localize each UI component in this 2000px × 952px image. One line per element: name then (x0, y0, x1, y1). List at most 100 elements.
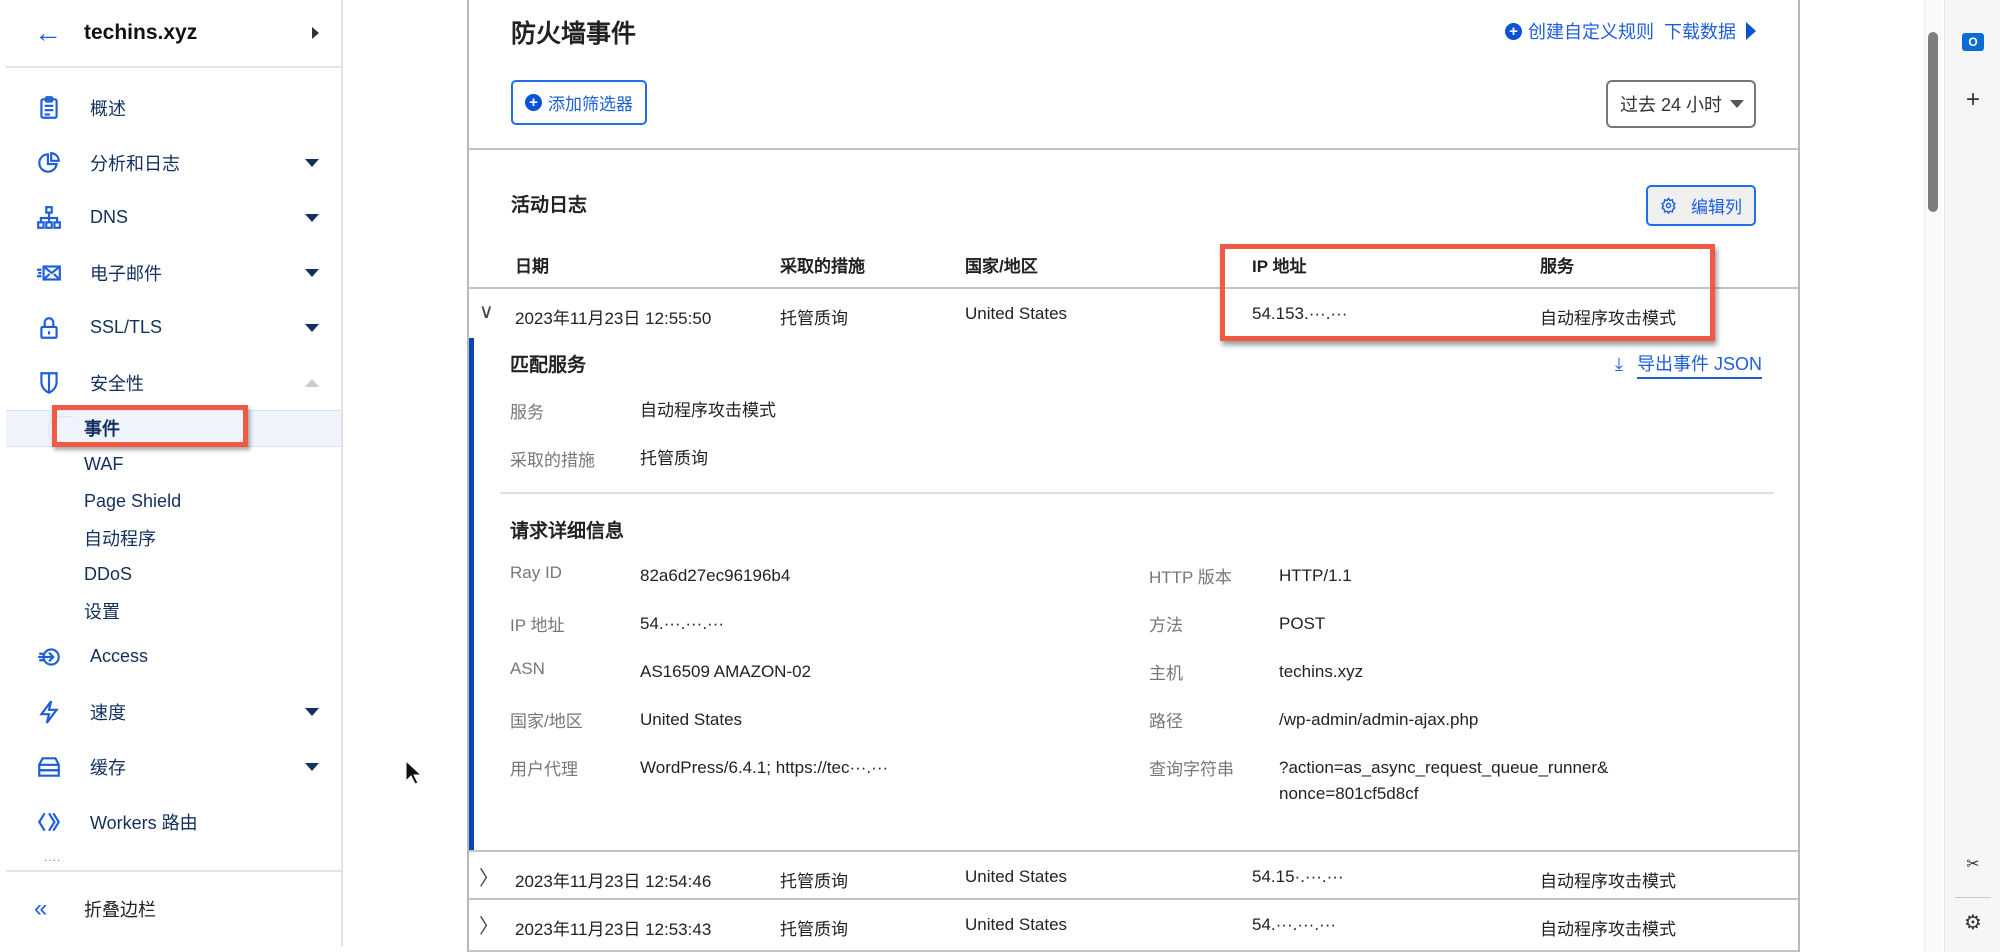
ray-id-row: Ray ID 82a6d27ec96196b4 (510, 563, 790, 589)
chevron-down-icon[interactable] (305, 323, 319, 332)
cell-ip: 54.···.···.··· (1252, 915, 1337, 934)
arrow-left-icon[interactable]: ← (34, 17, 84, 49)
screenshot-icon[interactable]: ✂ (1959, 850, 1987, 878)
plus-icon[interactable]: + (1959, 86, 1987, 114)
sidebar-item-analytics[interactable]: 分析和日志 (6, 135, 341, 190)
field-value[interactable]: AS16509 AMAZON-02 (640, 659, 811, 685)
field-label: 方法 (1149, 616, 1183, 635)
activity-log-title: 活动日志 (511, 195, 588, 216)
collapse-sidebar-button[interactable]: « 折叠边栏 (6, 870, 341, 946)
cell-service: 自动程序攻击模式 (1540, 920, 1676, 939)
sidebar-item-email[interactable]: 电子邮件 (6, 245, 341, 300)
time-range-select[interactable]: 过去 24 小时 (1606, 80, 1756, 128)
field-value[interactable]: /wp-admin/admin-ajax.php (1279, 707, 1478, 733)
sidebar-header: ← techins.xyz (6, 0, 341, 68)
caret-right-icon[interactable] (312, 27, 319, 39)
host-row: 主机 techins.xyz (1149, 659, 1363, 685)
double-chevron-left-icon: « (34, 895, 48, 922)
chevron-up-icon[interactable] (305, 378, 319, 387)
sidebar-subitem-bots[interactable]: 自动程序 (6, 520, 341, 557)
column-header-service[interactable]: 服务 (1540, 252, 1574, 277)
export-event-json-link[interactable]: ⤓ 导出事件 JSON (1615, 350, 1762, 379)
sidebar-item-security[interactable]: 安全性 (6, 355, 341, 410)
browser-side-rail: O + ✂ ⚙ (1944, 0, 2000, 952)
gear-icon[interactable]: ⚙ (1959, 908, 1987, 936)
header-links: + 创建自定义规则 下载数据 (1505, 18, 1756, 44)
cell-service: 自动程序攻击模式 (1540, 872, 1676, 891)
column-header-date[interactable]: 日期 (515, 252, 549, 277)
field-value[interactable]: 54.···.···.··· (640, 611, 724, 637)
field-label: Ray ID (510, 563, 562, 582)
sidebar-item-ssl-tls[interactable]: SSL/TLS (6, 300, 341, 355)
chevron-right-icon[interactable]: 〉 (479, 910, 501, 939)
column-header-action[interactable]: 采取的措施 (780, 252, 865, 277)
sidebar-item-access[interactable]: Access (6, 629, 341, 684)
event-detail-panel: 匹配服务 ⤓ 导出事件 JSON 服务 自动程序攻击模式 采取的措施 托管质询 … (469, 338, 1798, 850)
table-row[interactable]: 〉 2023年11月23日 12:53:43 托管质询 United State… (469, 900, 1798, 952)
create-custom-rule-link[interactable]: + 创建自定义规则 (1505, 18, 1654, 44)
download-data-link[interactable]: 下载数据 (1664, 18, 1756, 44)
security-submenu: 事件 WAF Page Shield 自动程序 DDoS 设置 (6, 410, 341, 629)
sidebar-item-cache[interactable]: 缓存 (6, 739, 341, 794)
download-data-label: 下载数据 (1664, 22, 1736, 42)
sidebar-subitem-waf[interactable]: WAF (6, 447, 341, 484)
field-value[interactable]: ?action=as_async_request_queue_runner&no… (1279, 755, 1609, 807)
column-header-ip[interactable]: IP 地址 (1252, 252, 1306, 277)
table-row[interactable]: 〉 2023年11月23日 12:54:46 托管质询 United State… (469, 850, 1798, 900)
field-label: 路径 (1149, 712, 1183, 731)
sidebar-item-label: 分析和日志 (90, 153, 180, 174)
column-header-country[interactable]: 国家/地区 (965, 252, 1038, 277)
add-filter-button[interactable]: + 添加筛选器 (511, 80, 647, 125)
lightning-icon (34, 697, 64, 727)
field-value[interactable]: United States (640, 707, 742, 733)
sidebar-item-label: 速度 (90, 702, 126, 723)
cell-action: 托管质询 (780, 309, 848, 328)
query-string-row: 查询字符串 ?action=as_async_request_queue_run… (1149, 755, 1609, 807)
asn-row: ASN AS16509 AMAZON-02 (510, 659, 811, 685)
sidebar-item-label: 安全性 (90, 373, 144, 394)
chevron-down-icon[interactable] (305, 268, 319, 277)
sidebar-item-speed[interactable]: 速度 (6, 684, 341, 739)
field-label: 用户代理 (510, 760, 578, 779)
edit-columns-button[interactable]: 编辑列 (1646, 185, 1756, 226)
chevron-down-icon[interactable] (305, 762, 319, 771)
scrollbar-thumb[interactable] (1928, 32, 1938, 212)
field-value[interactable]: 82a6d27ec96196b4 (640, 563, 790, 589)
method-row: 方法 POST (1149, 611, 1325, 637)
sidebar-item-label: Access (90, 646, 149, 666)
create-custom-rule-label: 创建自定义规则 (1528, 22, 1654, 42)
sidebar-subitem-settings[interactable]: 设置 (6, 593, 341, 630)
field-label: 采取的措施 (510, 451, 595, 470)
cell-date: 2023年11月23日 12:53:43 (515, 920, 712, 939)
chevron-down-icon[interactable] (305, 213, 319, 222)
cell-action: 托管质询 (780, 920, 848, 939)
field-label: HTTP 版本 (1149, 568, 1232, 587)
rail-divider (1955, 897, 1991, 898)
chevron-down-icon (1730, 100, 1745, 108)
chevron-right-icon[interactable]: 〉 (479, 862, 501, 891)
cell-country: United States (965, 867, 1068, 886)
request-details-title: 请求详细信息 (510, 521, 625, 542)
access-icon (34, 642, 64, 672)
sidebar-subitem-events[interactable]: 事件 (6, 410, 341, 447)
sidebar-subitem-page-shield[interactable]: Page Shield (6, 483, 341, 520)
field-value[interactable]: HTTP/1.1 (1279, 563, 1352, 589)
outlook-icon[interactable]: O (1959, 28, 1987, 56)
sidebar-item-dns[interactable]: DNS (6, 190, 341, 245)
path-row: 路径 /wp-admin/admin-ajax.php (1149, 707, 1478, 733)
field-value[interactable]: POST (1279, 611, 1325, 637)
table-row[interactable]: ∨ 2023年11月23日 12:55:50 托管质询 United State… (469, 289, 1798, 339)
cell-service: 自动程序攻击模式 (1540, 309, 1676, 328)
sidebar-subitem-ddos[interactable]: DDoS (6, 556, 341, 593)
field-value[interactable]: WordPress/6.4.1; https://tec···.··· (640, 755, 888, 781)
chevron-down-icon[interactable] (305, 158, 319, 167)
site-name[interactable]: techins.xyz (84, 21, 312, 45)
chevron-down-icon[interactable] (305, 707, 319, 716)
field-value[interactable]: techins.xyz (1279, 659, 1363, 685)
sidebar-item-workers-routes[interactable]: Workers 路由 (6, 794, 341, 849)
cell-date: 2023年11月23日 12:54:46 (515, 872, 712, 891)
sidebar-item-overview[interactable]: 概述 (6, 80, 341, 135)
chevron-down-icon[interactable]: ∨ (479, 299, 501, 324)
time-range-value: 过去 24 小时 (1620, 95, 1723, 115)
matched-action-row: 采取的措施 托管质询 (510, 446, 708, 472)
